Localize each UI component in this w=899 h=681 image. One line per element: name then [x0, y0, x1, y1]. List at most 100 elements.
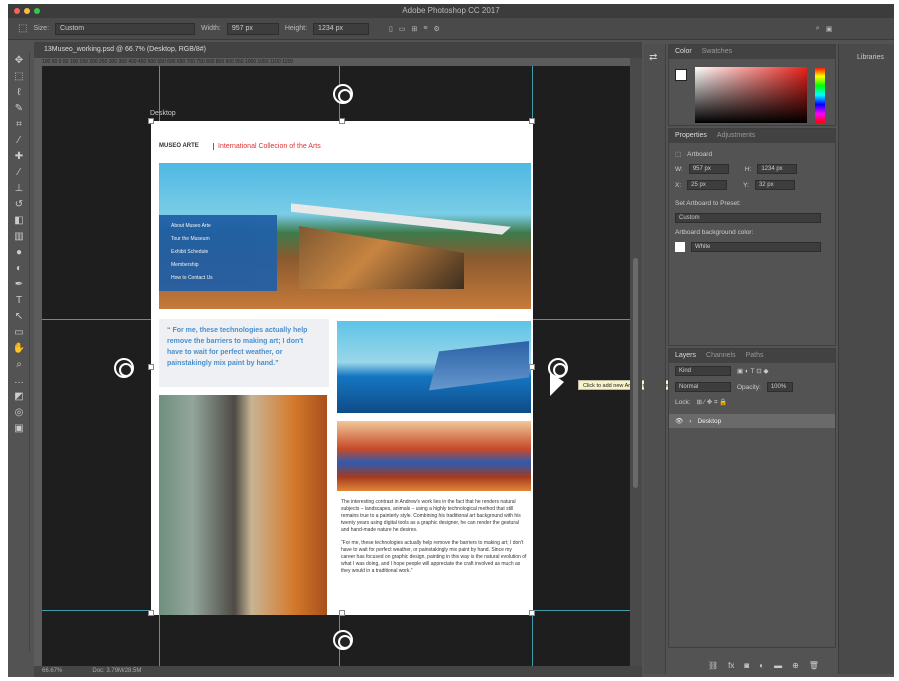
tab-properties[interactable]: Properties [675, 129, 707, 143]
lock-icons[interactable]: ⊞ ∕ ✥ ⌗ 🔒 [697, 398, 728, 407]
bg-select[interactable]: White [691, 242, 821, 252]
width-field[interactable]: 957 px [226, 22, 279, 35]
mask-icon[interactable]: ◙ [744, 661, 749, 670]
artboard-handle[interactable] [339, 610, 345, 616]
preset-select[interactable]: Custom [675, 213, 821, 223]
marquee-tool-icon[interactable]: ⬚ [12, 70, 26, 84]
healing-tool-icon[interactable]: ✚ [12, 150, 26, 164]
scroll-thumb[interactable] [633, 258, 638, 488]
minimize-button[interactable] [24, 8, 30, 14]
more-tools-icon[interactable]: … [12, 374, 26, 388]
x-field[interactable]: 25 px [687, 180, 728, 190]
quick-mask-icon[interactable]: ◎ [12, 406, 26, 420]
height-field[interactable]: 1234 px [313, 22, 370, 35]
eye-icon[interactable]: 👁 [675, 417, 683, 425]
document-tab[interactable]: 13Museo_working.psd @ 66.7% (Desktop, RG… [34, 42, 642, 58]
gradient-tool-icon[interactable]: ▥ [12, 230, 26, 244]
add-artboard-bottom-icon[interactable] [333, 630, 353, 650]
new-layer-icon[interactable]: ⊕ [792, 661, 799, 670]
fx-icon[interactable]: fx [728, 661, 734, 670]
opacity-field[interactable]: 100% [766, 382, 793, 392]
artboard-handle[interactable] [529, 610, 535, 616]
tab-channels[interactable]: Channels [706, 349, 736, 363]
history-brush-icon[interactable]: ↺ [12, 198, 26, 212]
adjustment-icon[interactable]: ◐ [759, 661, 764, 670]
artboard-tool-icon[interactable]: ⬚ [18, 23, 27, 34]
trash-icon[interactable]: 🗑 [809, 661, 819, 670]
paragraph: The interesting contrast in Andrew's wor… [341, 499, 521, 533]
search-icon[interactable]: ⌕ [816, 25, 820, 33]
zoom-tool-icon[interactable]: ⌕ [12, 358, 26, 372]
portrait-icon[interactable]: ▯ [389, 25, 393, 33]
add-artboard-left-icon[interactable] [114, 358, 134, 378]
layer-name[interactable]: Desktop [697, 418, 721, 425]
landscape-icon[interactable]: ▭ [399, 25, 406, 33]
align-icon[interactable]: ≡ [423, 25, 427, 32]
hand-tool-icon[interactable]: ✋ [12, 342, 26, 356]
color-picker-field[interactable] [695, 67, 807, 123]
tab-color[interactable]: Color [675, 45, 692, 59]
lock-row: Lock: ⊞ ∕ ✥ ⌗ 🔒 [669, 395, 835, 410]
brush-tool-icon[interactable]: ∕ [12, 166, 26, 180]
artboard-handle[interactable] [148, 364, 154, 370]
hue-slider[interactable] [815, 67, 825, 123]
zoom-level[interactable]: 66.67% [42, 666, 62, 677]
crop-tool-icon[interactable]: ⌗ [12, 118, 26, 132]
h-field[interactable]: 1234 px [757, 164, 798, 174]
stamp-tool-icon[interactable]: ⊥ [12, 182, 26, 196]
dodge-tool-icon[interactable]: ◐ [12, 262, 26, 276]
bg-row: White [669, 239, 835, 255]
eyedropper-tool-icon[interactable]: ⁄ [12, 134, 26, 148]
add-artboard-icon[interactable]: ⊞ [412, 25, 418, 33]
artboard-handle[interactable] [529, 364, 535, 370]
link-icon[interactable]: ⛓ [708, 661, 718, 670]
filter-select[interactable]: Kind [675, 366, 731, 376]
w-field[interactable]: 957 px [688, 164, 729, 174]
tab-adjustments[interactable]: Adjustments [717, 129, 756, 143]
libraries-button[interactable]: Libraries [839, 44, 894, 61]
size-select[interactable]: Custom [55, 22, 196, 35]
lasso-tool-icon[interactable]: ℓ [12, 86, 26, 100]
filter-icons[interactable]: ▣ ◐ T ⊡ ◆ [737, 367, 768, 375]
quick-select-tool-icon[interactable]: ✎ [12, 102, 26, 116]
artboard-handle[interactable] [148, 118, 154, 124]
blur-tool-icon[interactable]: ● [12, 246, 26, 260]
eraser-tool-icon[interactable]: ◧ [12, 214, 26, 228]
pen-tool-icon[interactable]: ✒ [12, 278, 26, 292]
bg-color-swatch[interactable] [675, 242, 685, 252]
tab-paths[interactable]: Paths [746, 349, 764, 363]
workspace-icon[interactable]: ▣ [826, 25, 833, 33]
photoshop-window: Adobe Photoshop CC 2017 ⬚ Size: Custom W… [8, 4, 894, 677]
tab-layers[interactable]: Layers [675, 349, 696, 363]
foreground-color-swatch[interactable] [675, 69, 687, 81]
path-select-tool-icon[interactable]: ↖ [12, 310, 26, 324]
artboard-handle[interactable] [529, 118, 535, 124]
shape-tool-icon[interactable]: ▭ [12, 326, 26, 340]
tab-swatches[interactable]: Swatches [702, 45, 732, 59]
add-artboard-top-icon[interactable] [333, 84, 353, 104]
layer-row[interactable]: 👁 › Desktop [669, 414, 835, 428]
properties-panel: Properties Adjustments ⬚ Artboard W: 957… [668, 128, 836, 346]
close-button[interactable] [14, 8, 20, 14]
history-icon[interactable]: ⇄ [644, 44, 665, 71]
preset-row: Custom [669, 210, 835, 226]
chevron-right-icon[interactable]: › [689, 418, 691, 425]
lock-label: Lock: [675, 399, 691, 406]
folder-icon[interactable]: ▬ [774, 661, 782, 670]
y-field[interactable]: 32 px [754, 180, 795, 190]
artboard-desktop[interactable]: MUSEO ARTE International Collecion of th… [151, 121, 533, 615]
canvas-area[interactable]: Desktop MUSEO ARTE International Colleci… [42, 66, 630, 666]
gear-icon[interactable]: ⚙ [434, 25, 440, 33]
vertical-scrollbar[interactable] [630, 58, 642, 668]
move-tool-icon[interactable]: ✥ [12, 54, 26, 68]
blend-select[interactable]: Normal [675, 382, 731, 392]
artboard-label[interactable]: Desktop [150, 110, 176, 117]
screen-mode-icon[interactable]: ▣ [12, 422, 26, 436]
color-swatch-icon[interactable]: ◩ [12, 390, 26, 404]
zoom-button[interactable] [34, 8, 40, 14]
artboard-handle[interactable] [148, 610, 154, 616]
artboard-handle[interactable] [339, 118, 345, 124]
site-title: International Collecion of the Arts [213, 143, 321, 150]
y-label: Y: [743, 181, 749, 189]
type-tool-icon[interactable]: T [12, 294, 26, 308]
